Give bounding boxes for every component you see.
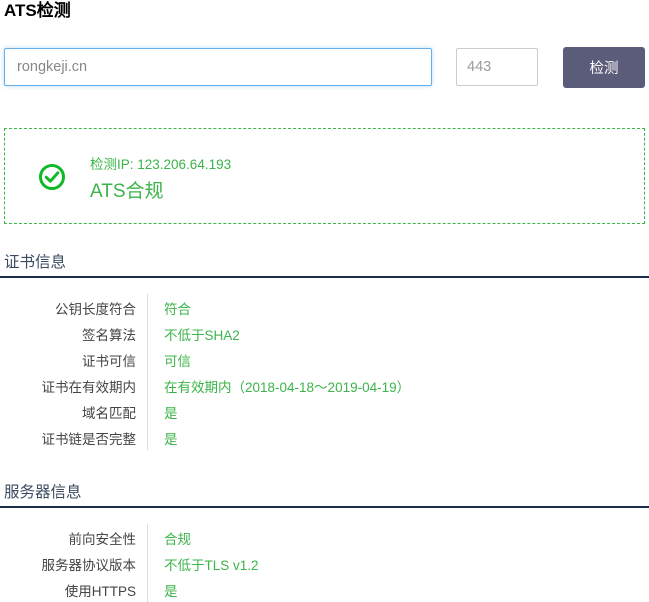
row-divider [147,294,148,320]
section-divider [0,276,649,278]
row-divider [147,372,148,398]
check-form: 检测 [0,46,649,90]
table-row: 前向安全性 合规 [0,524,649,550]
detected-ip-text: 检测IP: 123.206.64.193 [90,157,232,172]
row-label: 服务器协议版本 [41,558,137,573]
row-label: 证书可信 [82,354,136,369]
row-divider [147,424,148,450]
row-value: 是 [164,406,178,421]
row-value: 符合 [164,302,191,317]
row-divider [147,524,148,550]
row-value: 合规 [164,532,191,547]
table-row: 服务器协议版本 不低于TLS v1.2 [0,550,649,576]
row-divider [147,576,148,602]
row-divider [147,346,148,372]
row-label: 域名匹配 [82,406,136,421]
table-row: 证书可信 可信 [0,346,649,372]
table-row: 证书在有效期内 在有效期内（2018-04-18～2019-04-19） [0,372,649,398]
row-divider [147,398,148,424]
row-label: 公钥长度符合 [55,302,136,317]
page-title: ATS检测 [4,1,71,20]
row-label: 证书链是否完整 [41,432,137,447]
table-row: 域名匹配 是 [0,398,649,424]
server-info-title: 服务器信息 [4,484,82,501]
check-circle-icon [38,163,66,191]
row-value: 在有效期内（2018-04-18～2019-04-19） [164,380,411,395]
row-value: 是 [164,584,178,599]
server-info-rows: 前向安全性 合规 服务器协议版本 不低于TLS v1.2 使用HTTPS 是 [0,524,649,602]
certificate-info-title: 证书信息 [4,254,67,271]
row-value: 可信 [164,354,191,369]
ats-status-text: ATS合规 [90,181,164,202]
result-banner: 检测IP: 123.206.64.193 ATS合规 [4,128,645,224]
row-label: 签名算法 [82,328,136,343]
row-divider [147,550,148,576]
row-label: 前向安全性 [68,532,137,547]
table-row: 证书链是否完整 是 [0,424,649,450]
table-row: 使用HTTPS 是 [0,576,649,602]
check-button[interactable]: 检测 [563,47,645,88]
port-input[interactable] [456,48,538,86]
table-row: 公钥长度符合 符合 [0,294,649,320]
certificate-info-rows: 公钥长度符合 符合 签名算法 不低于SHA2 证书可信 可信 证书在有效期内 在… [0,294,649,450]
row-value: 不低于TLS v1.2 [164,558,259,573]
row-label: 使用HTTPS [64,584,136,599]
row-label: 证书在有效期内 [41,380,137,395]
row-divider [147,320,148,346]
table-row: 签名算法 不低于SHA2 [0,320,649,346]
section-divider [0,506,649,508]
ats-check-page: ATS检测 检测 检测IP: 123.206.64.193 ATS合规 证书信息… [0,0,649,602]
row-value: 不低于SHA2 [164,328,240,343]
row-value: 是 [164,432,178,447]
host-input[interactable] [4,48,432,86]
